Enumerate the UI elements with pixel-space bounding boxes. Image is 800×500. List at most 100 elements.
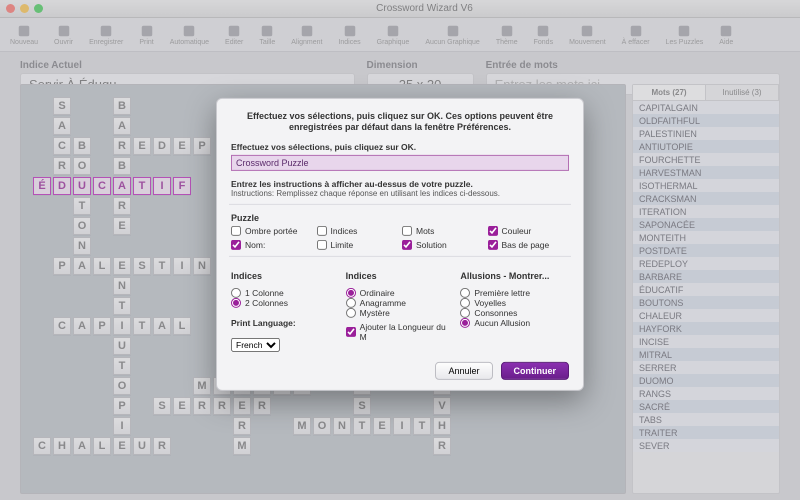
toolbar-mouvement[interactable]: Mouvement <box>569 24 606 46</box>
grid-cell[interactable]: D <box>153 137 171 155</box>
toolbar-fonds[interactable]: Fonds <box>534 24 553 46</box>
print-language-select[interactable]: French <box>231 337 280 351</box>
word-row[interactable]: BARBARE <box>633 270 779 283</box>
grid-cell[interactable]: T <box>113 357 131 375</box>
grid-cell[interactable]: S <box>153 397 171 415</box>
tab-words[interactable]: Mots (27) <box>633 85 706 100</box>
radio-input[interactable] <box>346 297 356 307</box>
add-length-checkbox[interactable]: Ajouter la Longueur du M <box>346 321 455 341</box>
puzzle-opt-nom-[interactable]: Nom: <box>231 239 313 249</box>
grid-cell[interactable]: E <box>173 137 191 155</box>
checkbox-input[interactable] <box>402 225 412 235</box>
word-row[interactable]: BOUTONS <box>633 296 779 309</box>
grid-cell[interactable]: O <box>73 217 91 235</box>
grid-cell[interactable]: E <box>173 397 191 415</box>
toolbar--effacer[interactable]: À effacer <box>622 24 650 46</box>
grid-cell[interactable]: M <box>293 417 311 435</box>
word-row[interactable]: PALESTINIEN <box>633 127 779 140</box>
checkbox-input[interactable] <box>488 239 498 249</box>
grid-cell[interactable]: I <box>173 257 191 275</box>
word-row[interactable]: ITERATION <box>633 205 779 218</box>
grid-cell[interactable]: M <box>193 377 211 395</box>
radio-input[interactable] <box>231 297 241 307</box>
cancel-button[interactable]: Annuler <box>435 361 492 379</box>
continue-button[interactable]: Continuer <box>501 361 570 379</box>
grid-cell[interactable]: N <box>333 417 351 435</box>
radio-input[interactable] <box>460 317 470 327</box>
grid-cell[interactable]: O <box>313 417 331 435</box>
grid-cell[interactable]: R <box>113 197 131 215</box>
word-row[interactable]: CAPITALGAIN <box>633 101 779 114</box>
word-row[interactable]: TRAITER <box>633 426 779 439</box>
grid-cell[interactable]: N <box>73 237 91 255</box>
grid-cell[interactable]: R <box>253 397 271 415</box>
word-list[interactable]: CAPITALGAINOLDFAITHFULPALESTINIENANTIUTO… <box>633 101 779 493</box>
puzzle-opt-mots[interactable]: Mots <box>402 225 484 235</box>
indices-cols--colonnes[interactable]: 2 Colonnes <box>231 297 340 307</box>
toolbar-editer[interactable]: Editer <box>225 24 243 46</box>
grid-cell[interactable]: R <box>153 437 171 455</box>
close-icon[interactable] <box>6 4 15 13</box>
toolbar-nouveau[interactable]: Nouveau <box>10 24 38 46</box>
grid-cell[interactable]: C <box>53 317 71 335</box>
grid-cell[interactable]: U <box>133 437 151 455</box>
indices-mode-ordinaire[interactable]: Ordinaire <box>346 287 455 297</box>
grid-cell[interactable]: T <box>73 197 91 215</box>
zoom-icon[interactable] <box>34 4 43 13</box>
word-row[interactable]: FOURCHETTE <box>633 153 779 166</box>
grid-cell[interactable]: C <box>93 177 111 195</box>
allusions-consonnes[interactable]: Consonnes <box>460 307 569 317</box>
tab-unused[interactable]: Inutilisé (3) <box>706 85 779 100</box>
word-row[interactable]: DUOMO <box>633 374 779 387</box>
grid-cell[interactable]: T <box>133 317 151 335</box>
toolbar-aucun-graphique[interactable]: Aucun Graphique <box>425 24 479 46</box>
toolbar-aide[interactable]: Aide <box>719 24 733 46</box>
grid-cell[interactable]: R <box>213 397 231 415</box>
grid-cell[interactable]: S <box>53 97 71 115</box>
word-row[interactable]: RANGS <box>633 387 779 400</box>
allusions-voyelles[interactable]: Voyelles <box>460 297 569 307</box>
grid-cell[interactable]: R <box>433 437 451 455</box>
word-row[interactable]: HAYFORK <box>633 322 779 335</box>
grid-cell[interactable]: T <box>153 257 171 275</box>
grid-cell[interactable]: U <box>113 337 131 355</box>
grid-cell[interactable]: A <box>113 177 131 195</box>
grid-cell[interactable]: D <box>53 177 71 195</box>
radio-input[interactable] <box>460 287 470 297</box>
grid-cell[interactable]: B <box>73 137 91 155</box>
grid-cell[interactable]: N <box>113 277 131 295</box>
grid-cell[interactable]: L <box>173 317 191 335</box>
grid-cell[interactable]: R <box>193 397 211 415</box>
grid-cell[interactable]: E <box>233 397 251 415</box>
puzzle-opt-indices[interactable]: Indices <box>317 225 399 235</box>
grid-cell[interactable]: R <box>113 137 131 155</box>
grid-cell[interactable]: H <box>53 437 71 455</box>
allusions-aucun-allusion[interactable]: Aucun Allusion <box>460 317 569 327</box>
radio-input[interactable] <box>346 307 356 317</box>
toolbar-automatique[interactable]: Automatique <box>170 24 209 46</box>
grid-cell[interactable]: P <box>113 397 131 415</box>
indices-mode-anagramme[interactable]: Anagramme <box>346 297 455 307</box>
checkbox-input[interactable] <box>488 225 498 235</box>
word-row[interactable]: POSTDATE <box>633 244 779 257</box>
toolbar-alignment[interactable]: Alignment <box>291 24 322 46</box>
grid-cell[interactable]: I <box>113 317 131 335</box>
toolbar-graphique[interactable]: Graphique <box>377 24 410 46</box>
checkbox-input[interactable] <box>317 239 327 249</box>
word-row[interactable]: OLDFAITHFUL <box>633 114 779 127</box>
grid-cell[interactable]: T <box>353 417 371 435</box>
grid-cell[interactable]: T <box>413 417 431 435</box>
grid-cell[interactable]: E <box>113 217 131 235</box>
grid-cell[interactable]: A <box>73 257 91 275</box>
toolbar-les-puzzles[interactable]: Les Puzzles <box>666 24 704 46</box>
checkbox-input[interactable] <box>231 239 241 249</box>
grid-cell[interactable]: N <box>193 257 211 275</box>
word-row[interactable]: REDEPLOY <box>633 257 779 270</box>
word-row[interactable]: SACRÉ <box>633 400 779 413</box>
grid-cell[interactable]: E <box>133 137 151 155</box>
grid-cell[interactable]: P <box>53 257 71 275</box>
word-row[interactable]: CRACKSMAN <box>633 192 779 205</box>
word-row[interactable]: SEVER <box>633 439 779 452</box>
grid-cell[interactable]: B <box>113 157 131 175</box>
puzzle-opt-couleur[interactable]: Couleur <box>488 225 570 235</box>
